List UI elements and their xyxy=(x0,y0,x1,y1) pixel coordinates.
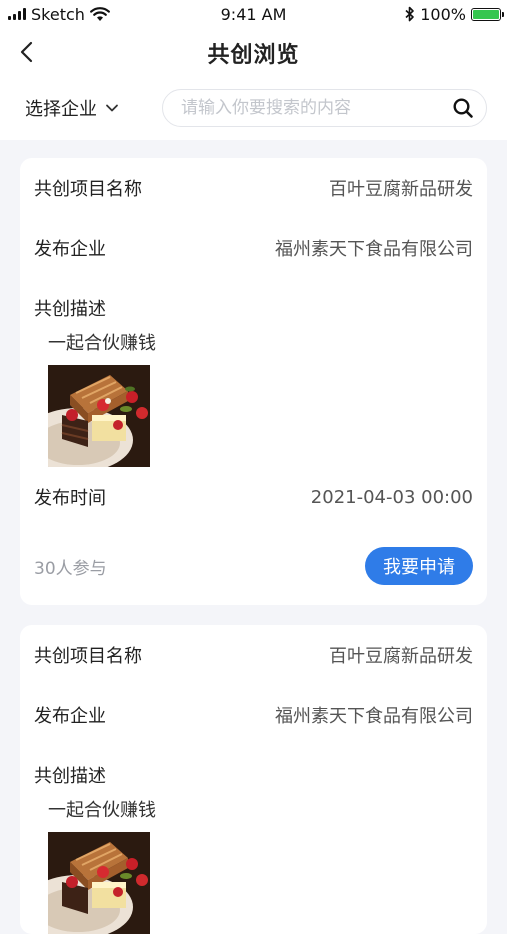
project-name-label: 共创项目名称 xyxy=(34,179,142,200)
publish-time-label: 发布时间 xyxy=(34,488,106,509)
search-icon[interactable] xyxy=(452,97,474,119)
description-text: 一起合伙赚钱 xyxy=(48,800,156,821)
project-name-row: 共创项目名称 百叶豆腐新品研发 xyxy=(34,158,473,218)
company-select-dropdown[interactable]: 选择企业 xyxy=(25,95,162,121)
company-row: 发布企业 福州素天下食品有限公司 xyxy=(34,218,473,278)
back-icon[interactable] xyxy=(16,40,40,64)
project-card: 共创项目名称 百叶豆腐新品研发 发布企业 福州素天下食品有限公司 共创描述 一起… xyxy=(20,625,487,934)
status-time: 9:41 AM xyxy=(220,4,287,24)
chevron-down-icon xyxy=(106,104,118,112)
description-text: 一起合伙赚钱 xyxy=(48,333,156,354)
project-list: 共创项目名称 百叶豆腐新品研发 发布企业 福州素天下食品有限公司 共创描述 一起… xyxy=(0,140,507,934)
company-label: 发布企业 xyxy=(34,706,106,727)
status-left: Sketch xyxy=(8,5,110,24)
navigation-bar: 共创浏览 xyxy=(0,28,507,78)
publish-time-row: 发布时间 2021-04-03 00:00 xyxy=(34,467,473,527)
search-box xyxy=(162,89,487,127)
cake-image[interactable] xyxy=(48,832,150,934)
company-label: 发布企业 xyxy=(34,239,106,260)
cake-photo-illustration xyxy=(48,365,150,467)
apply-button[interactable]: 我要申请 xyxy=(365,547,473,585)
battery-icon xyxy=(471,7,504,21)
project-name-value: 百叶豆腐新品研发 xyxy=(329,646,473,667)
project-name-label: 共创项目名称 xyxy=(34,646,142,667)
battery-percent: 100% xyxy=(420,4,466,24)
participants-count: 30人参与 xyxy=(34,558,107,579)
card-footer: 30人参与 我要申请 xyxy=(34,527,473,605)
company-value: 福州素天下食品有限公司 xyxy=(275,239,473,260)
project-name-value: 百叶豆腐新品研发 xyxy=(329,179,473,200)
project-card: 共创项目名称 百叶豆腐新品研发 发布企业 福州素天下食品有限公司 共创描述 一起… xyxy=(20,158,487,605)
company-value: 福州素天下食品有限公司 xyxy=(275,706,473,727)
signal-icon xyxy=(8,8,26,20)
cake-photo-illustration xyxy=(48,832,150,934)
bluetooth-icon xyxy=(405,6,415,22)
publish-time-value: 2021-04-03 00:00 xyxy=(310,486,473,508)
battery-level-fill xyxy=(473,9,499,19)
project-name-row: 共创项目名称 百叶豆腐新品研发 xyxy=(34,625,473,685)
status-right: 100% xyxy=(405,4,504,24)
top-area: Sketch 9:41 AM 100% 共创浏览 选择企业 xyxy=(0,0,507,140)
company-row: 发布企业 福州素天下食品有限公司 xyxy=(34,685,473,745)
cake-image[interactable] xyxy=(48,365,150,467)
page-title: 共创浏览 xyxy=(207,43,300,68)
company-select-label: 选择企业 xyxy=(25,99,97,120)
search-input[interactable] xyxy=(179,97,452,119)
wifi-icon xyxy=(90,6,110,21)
status-bar: Sketch 9:41 AM 100% xyxy=(0,0,507,28)
filter-row: 选择企业 xyxy=(0,78,507,138)
carrier-name: Sketch xyxy=(31,4,85,24)
